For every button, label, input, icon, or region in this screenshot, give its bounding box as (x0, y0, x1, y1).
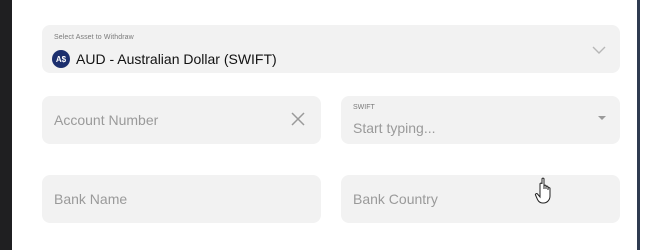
swift-label: SWIFT (353, 104, 375, 111)
bank-name-field[interactable]: Bank Name (42, 175, 321, 223)
asset-select[interactable]: Select Asset to Withdraw A$ AUD - Austra… (42, 25, 620, 73)
right-window-area (637, 0, 663, 250)
screen: Select Asset to Withdraw A$ AUD - Austra… (0, 0, 663, 250)
bank-country-placeholder: Bank Country (353, 191, 438, 207)
account-number-field[interactable]: Account Number (42, 96, 321, 144)
currency-badge-icon: A$ (52, 50, 70, 68)
chevron-down-icon[interactable] (592, 45, 606, 55)
asset-select-value: AUD - Australian Dollar (SWIFT) (76, 51, 277, 67)
right-window-edge (637, 0, 640, 250)
caret-down-icon[interactable] (598, 116, 606, 120)
swift-field[interactable]: SWIFT Start typing... (341, 96, 620, 144)
asset-select-label: Select Asset to Withdraw (54, 34, 134, 41)
withdraw-form: Select Asset to Withdraw A$ AUD - Austra… (12, 0, 637, 250)
account-number-placeholder: Account Number (54, 112, 159, 128)
close-icon[interactable] (289, 110, 307, 128)
hand-pointer-icon (534, 177, 551, 204)
left-window-edge (0, 0, 12, 250)
swift-placeholder: Start typing... (353, 120, 436, 136)
bank-name-placeholder: Bank Name (54, 191, 128, 207)
bank-country-field[interactable]: Bank Country (341, 175, 620, 223)
